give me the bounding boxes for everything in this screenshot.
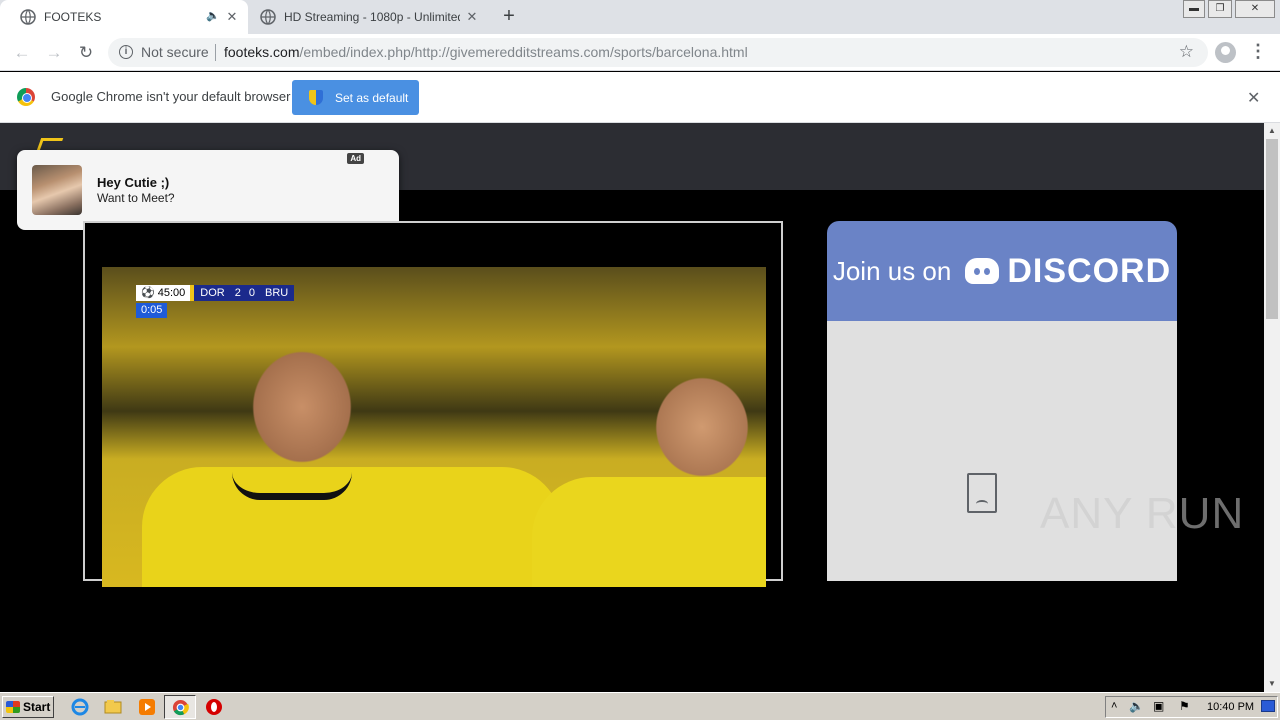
default-browser-infobar: Google Chrome isn't your default browser…: [0, 72, 1280, 123]
profile-avatar-icon[interactable]: [1215, 42, 1236, 63]
speaker-icon[interactable]: 🔈: [206, 9, 220, 22]
start-button[interactable]: Start: [2, 696, 54, 718]
action-center-flag-icon[interactable]: ⚑: [1179, 699, 1190, 713]
restore-window-button[interactable]: ❐: [1208, 0, 1232, 18]
bookmark-star-icon[interactable]: ☆: [1179, 42, 1194, 62]
chrome-logo-icon: [17, 88, 35, 106]
back-arrow-icon[interactable]: ←: [10, 41, 34, 65]
show-desktop-icon[interactable]: [1261, 700, 1275, 712]
home-score: 2: [230, 285, 245, 301]
kebab-menu-icon[interactable]: ⋮: [1248, 42, 1268, 64]
internet-explorer-icon[interactable]: [71, 698, 89, 716]
show-hidden-icons-icon[interactable]: ˄: [1111, 700, 1117, 712]
url-path: /embed/index.php/http://givemeredditstre…: [299, 44, 748, 60]
volume-icon[interactable]: 🔈: [1129, 699, 1144, 713]
infobar-message: Google Chrome isn't your default browser: [51, 89, 291, 104]
media-player-icon[interactable]: [138, 698, 156, 716]
tab-title: FOOTEKS: [44, 10, 102, 24]
scrollbar-thumb[interactable]: [1266, 139, 1278, 319]
url-text[interactable]: footeks.com/embed/index.php/http://givem…: [224, 44, 748, 60]
added-time: 0:05: [136, 303, 168, 318]
browser-toolbar: ← → ↻ i Not secure footeks.com/embed/ind…: [0, 34, 1280, 71]
windows-logo-icon: [6, 701, 20, 713]
video-player[interactable]: ⚽ 45:00 DOR 2 0 BRU 0:05: [83, 221, 783, 587]
address-bar[interactable]: i Not secure footeks.com/embed/index.php…: [108, 38, 1208, 67]
jersey-collar: [232, 472, 352, 500]
discord-join-label: Join us on: [832, 255, 952, 286]
anyrun-watermark: ANY RUN: [1040, 489, 1245, 538]
set-as-default-label: Set as default: [335, 90, 409, 105]
globe-icon: [20, 9, 36, 25]
windows-taskbar: Start ˄ 🔈 ▣ ⚑ 10:40 PM: [0, 692, 1280, 720]
taskbar-chrome-button[interactable]: [164, 695, 196, 719]
opera-icon[interactable]: [205, 698, 223, 716]
tab-strip: FOOTEKS 🔈 ✕ HD Streaming - 1080p - Unlim…: [0, 0, 1280, 34]
player-jersey-left: [142, 467, 562, 587]
globe-icon: [260, 9, 276, 25]
scroll-up-arrow-icon[interactable]: ▲: [1264, 123, 1280, 139]
security-label[interactable]: Not secure: [141, 44, 209, 60]
close-tab-icon[interactable]: ✕: [464, 9, 480, 25]
taskbar-clock[interactable]: 10:40 PM: [1207, 701, 1254, 713]
reload-icon[interactable]: ↻: [74, 41, 98, 65]
tab-title: HD Streaming - 1080p - Unlimited Do: [284, 10, 460, 24]
ad-badge: Ad: [347, 153, 364, 164]
close-window-button[interactable]: ✕: [1235, 0, 1275, 18]
system-tray: ˄ 🔈 ▣ ⚑ 10:40 PM: [1105, 696, 1278, 718]
ad-heading: Hey Cutie ;): [97, 175, 170, 190]
ad-body: Want to Meet?: [97, 191, 175, 205]
address-separator: [215, 44, 216, 61]
close-tab-icon[interactable]: ✕: [224, 9, 240, 25]
popup-ad[interactable]: Ad Hey Cutie ;) Want to Meet?: [17, 150, 399, 230]
info-icon[interactable]: i: [119, 45, 133, 59]
ad-thumbnail[interactable]: [32, 165, 82, 215]
match-clock: ⚽ 45:00: [136, 285, 191, 301]
forward-arrow-icon[interactable]: →: [42, 41, 66, 65]
minimize-window-button[interactable]: ▬: [1183, 0, 1205, 18]
tab-hd-streaming[interactable]: HD Streaming - 1080p - Unlimited Do ✕: [240, 0, 488, 34]
discord-banner[interactable]: Join us on DISCORD: [827, 221, 1177, 321]
player-jersey-right: [532, 477, 766, 587]
set-as-default-button[interactable]: Set as default: [292, 80, 419, 115]
new-tab-button[interactable]: +: [498, 6, 520, 28]
file-explorer-icon[interactable]: [104, 698, 122, 716]
away-team: BRU: [259, 285, 295, 301]
discord-brand: DISCORD: [1007, 251, 1172, 290]
broken-iframe: [827, 321, 1177, 581]
network-icon[interactable]: ▣: [1153, 699, 1164, 713]
video-frame[interactable]: ⚽ 45:00 DOR 2 0 BRU 0:05: [102, 267, 766, 587]
scroll-down-arrow-icon[interactable]: ▼: [1264, 676, 1280, 692]
tab-footeks[interactable]: FOOTEKS 🔈 ✕: [0, 0, 248, 34]
chrome-icon: [172, 699, 189, 716]
uac-shield-icon: [309, 90, 323, 105]
scoreboard-overlay: ⚽ 45:00 DOR 2 0 BRU: [136, 285, 295, 301]
close-infobar-icon[interactable]: ✕: [1247, 88, 1260, 108]
discord-logo-icon: [965, 258, 1000, 284]
sad-page-icon: [967, 473, 997, 513]
away-score: 0: [244, 285, 259, 301]
page-scrollbar[interactable]: ▲ ▼: [1264, 123, 1280, 692]
url-host: footeks.com: [224, 44, 300, 60]
home-team: DOR: [194, 285, 231, 301]
start-label: Start: [23, 700, 51, 714]
